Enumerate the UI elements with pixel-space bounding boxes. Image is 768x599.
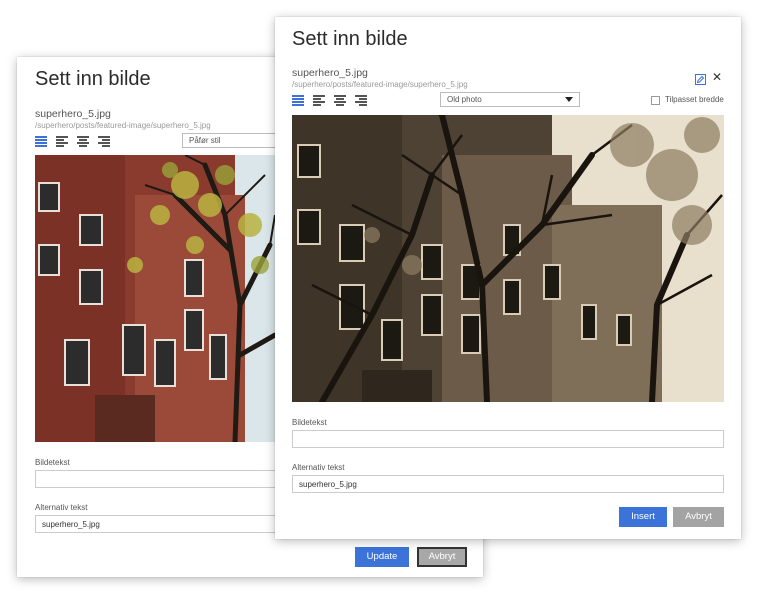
dialog-title: Sett inn bilde: [292, 28, 408, 50]
image-filename: superhero_5.jpg: [292, 67, 368, 79]
building-photo-sepia: [292, 115, 724, 402]
align-left-icon[interactable]: [35, 136, 47, 147]
edit-image-icon[interactable]: [695, 72, 706, 90]
image-filepath: /superhero/posts/featured-image/superher…: [292, 80, 468, 89]
fit-width-label: Tilpasset bredde: [665, 95, 724, 104]
caption-input[interactable]: [292, 430, 724, 448]
alt-text-label: Alternativ tekst: [292, 463, 345, 472]
style-select-value: Old photo: [447, 95, 482, 104]
image-filename: superhero_5.jpg: [35, 108, 111, 120]
align-center-icon[interactable]: [56, 136, 68, 147]
cancel-button[interactable]: Avbryt: [417, 547, 467, 567]
alt-text-input[interactable]: superhero_5.jpg: [35, 515, 280, 533]
align-center-icon[interactable]: [313, 95, 325, 106]
dialog-title: Sett inn bilde: [35, 68, 151, 90]
alignment-toolbar: [292, 95, 367, 106]
style-select[interactable]: Old photo: [440, 92, 580, 107]
chevron-down-icon: [565, 97, 573, 102]
update-button[interactable]: Update: [355, 547, 409, 567]
align-right-icon[interactable]: [77, 136, 89, 147]
style-select[interactable]: Påfør stil: [182, 133, 282, 148]
fit-width-checkbox[interactable]: [651, 96, 660, 105]
alt-text-label: Alternativ tekst: [35, 503, 88, 512]
caption-label: Bildetekst: [35, 458, 70, 467]
alt-text-input[interactable]: superhero_5.jpg: [292, 475, 724, 493]
insert-image-dialog-front: Sett inn bilde superhero_5.jpg /superher…: [275, 17, 741, 539]
cancel-button[interactable]: Avbryt: [673, 507, 724, 527]
image-preview: [292, 115, 724, 402]
align-justify-icon[interactable]: [98, 136, 110, 147]
caption-input[interactable]: [35, 470, 280, 488]
image-preview: [35, 155, 275, 442]
align-left-icon[interactable]: [292, 95, 304, 106]
image-filepath: /superhero/posts/featured-image/superher…: [35, 121, 211, 130]
align-justify-icon[interactable]: [355, 95, 367, 106]
insert-button[interactable]: Insert: [619, 507, 667, 527]
screen: Sett inn bilde superhero_5.jpg /superher…: [0, 0, 768, 599]
close-icon[interactable]: ✕: [712, 71, 722, 83]
building-photo-color: [35, 155, 275, 442]
alignment-toolbar: [35, 136, 110, 147]
caption-label: Bildetekst: [292, 418, 327, 427]
align-right-icon[interactable]: [334, 95, 346, 106]
